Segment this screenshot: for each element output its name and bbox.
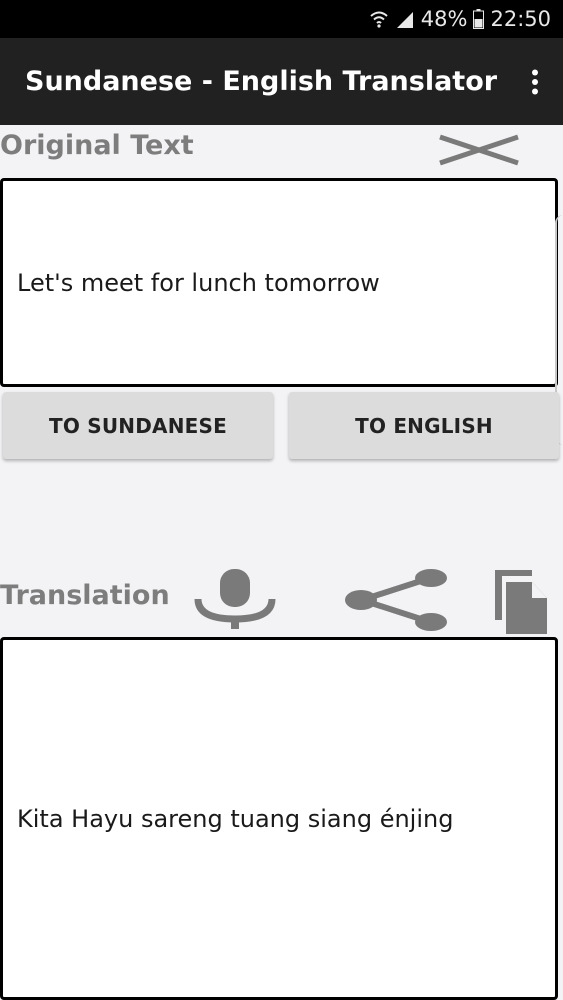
- copy-icon[interactable]: [492, 564, 550, 636]
- original-text-label: Original Text: [0, 130, 194, 161]
- battery-icon: [473, 9, 485, 29]
- translation-output[interactable]: Kita Hayu sareng tuang siang énjing: [0, 637, 558, 1000]
- app-title: Sundanese - English Translator: [25, 66, 498, 97]
- original-text-input[interactable]: Let's meet for lunch tomorrow: [0, 178, 558, 387]
- status-icons: 48% 22:50: [369, 0, 551, 38]
- clear-icon[interactable]: [438, 134, 520, 166]
- translation-text-value: Kita Hayu sareng tuang siang énjing: [17, 804, 454, 833]
- app-bar: Sundanese - English Translator: [0, 38, 563, 125]
- to-english-button[interactable]: TO ENGLISH: [289, 392, 559, 459]
- signal-icon: [395, 9, 415, 29]
- wifi-icon: [369, 9, 389, 29]
- share-icon[interactable]: [344, 568, 450, 632]
- microphone-icon[interactable]: [194, 567, 276, 629]
- original-text-value: Let's meet for lunch tomorrow: [17, 268, 380, 297]
- overflow-menu-icon[interactable]: [529, 69, 541, 95]
- battery-percent: 48%: [420, 7, 468, 31]
- to-sundanese-button[interactable]: TO SUNDANESE: [3, 392, 273, 459]
- status-time: 22:50: [490, 7, 551, 31]
- status-bar: 48% 22:50: [0, 0, 563, 38]
- translation-label: Translation: [0, 580, 170, 611]
